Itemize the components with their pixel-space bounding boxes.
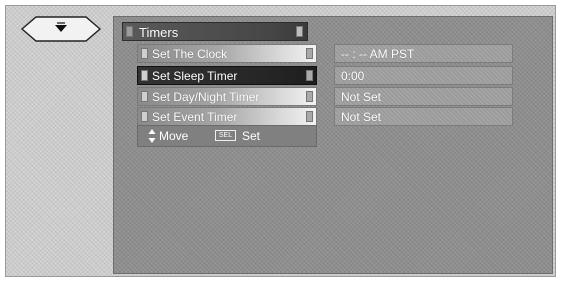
sel-button-icon: SEL: [215, 130, 236, 141]
item-left-marker: [141, 111, 148, 122]
value-text: 0:00: [341, 69, 365, 83]
item-right-marker: [306, 91, 313, 102]
item-left-marker: [141, 91, 148, 102]
item-right-marker: [306, 111, 313, 122]
menu-item-label: Set The Clock: [152, 47, 228, 61]
title-left-marker: [126, 26, 133, 37]
menu-item-set-event-timer[interactable]: Set Event Timer: [137, 107, 317, 126]
item-right-marker: [306, 48, 313, 59]
title-right-marker: [296, 26, 303, 37]
move-label: Move: [159, 129, 189, 143]
help-bar: Move SEL Set: [137, 125, 317, 147]
item-left-marker: [141, 70, 148, 81]
value-text: Not Set: [341, 90, 382, 104]
menu-title-bar: Timers: [122, 22, 308, 41]
clock-value: -- : -- AM PST: [334, 44, 513, 63]
event-timer-value: Not Set: [334, 107, 513, 126]
day-night-timer-value: Not Set: [334, 87, 513, 106]
value-text: -- : -- AM PST: [341, 47, 415, 61]
set-label: Set: [242, 129, 261, 143]
menu-item-label: Set Day/Night Timer: [152, 90, 260, 104]
value-text: Not Set: [341, 110, 382, 124]
menu-item-set-the-clock[interactable]: Set The Clock: [137, 44, 317, 63]
menu-title: Timers: [139, 25, 179, 40]
menu-item-set-day-night-timer[interactable]: Set Day/Night Timer: [137, 87, 317, 106]
down-arrow-icon: [20, 16, 102, 42]
nav-tab-button[interactable]: [20, 15, 102, 43]
sleep-timer-value: 0:00: [334, 66, 513, 85]
menu-item-label: Set Sleep Timer: [152, 69, 238, 83]
menu-item-set-sleep-timer[interactable]: Set Sleep Timer: [137, 66, 317, 85]
item-left-marker: [141, 48, 148, 59]
up-down-arrows-icon: [148, 129, 156, 143]
item-right-marker: [306, 70, 313, 81]
